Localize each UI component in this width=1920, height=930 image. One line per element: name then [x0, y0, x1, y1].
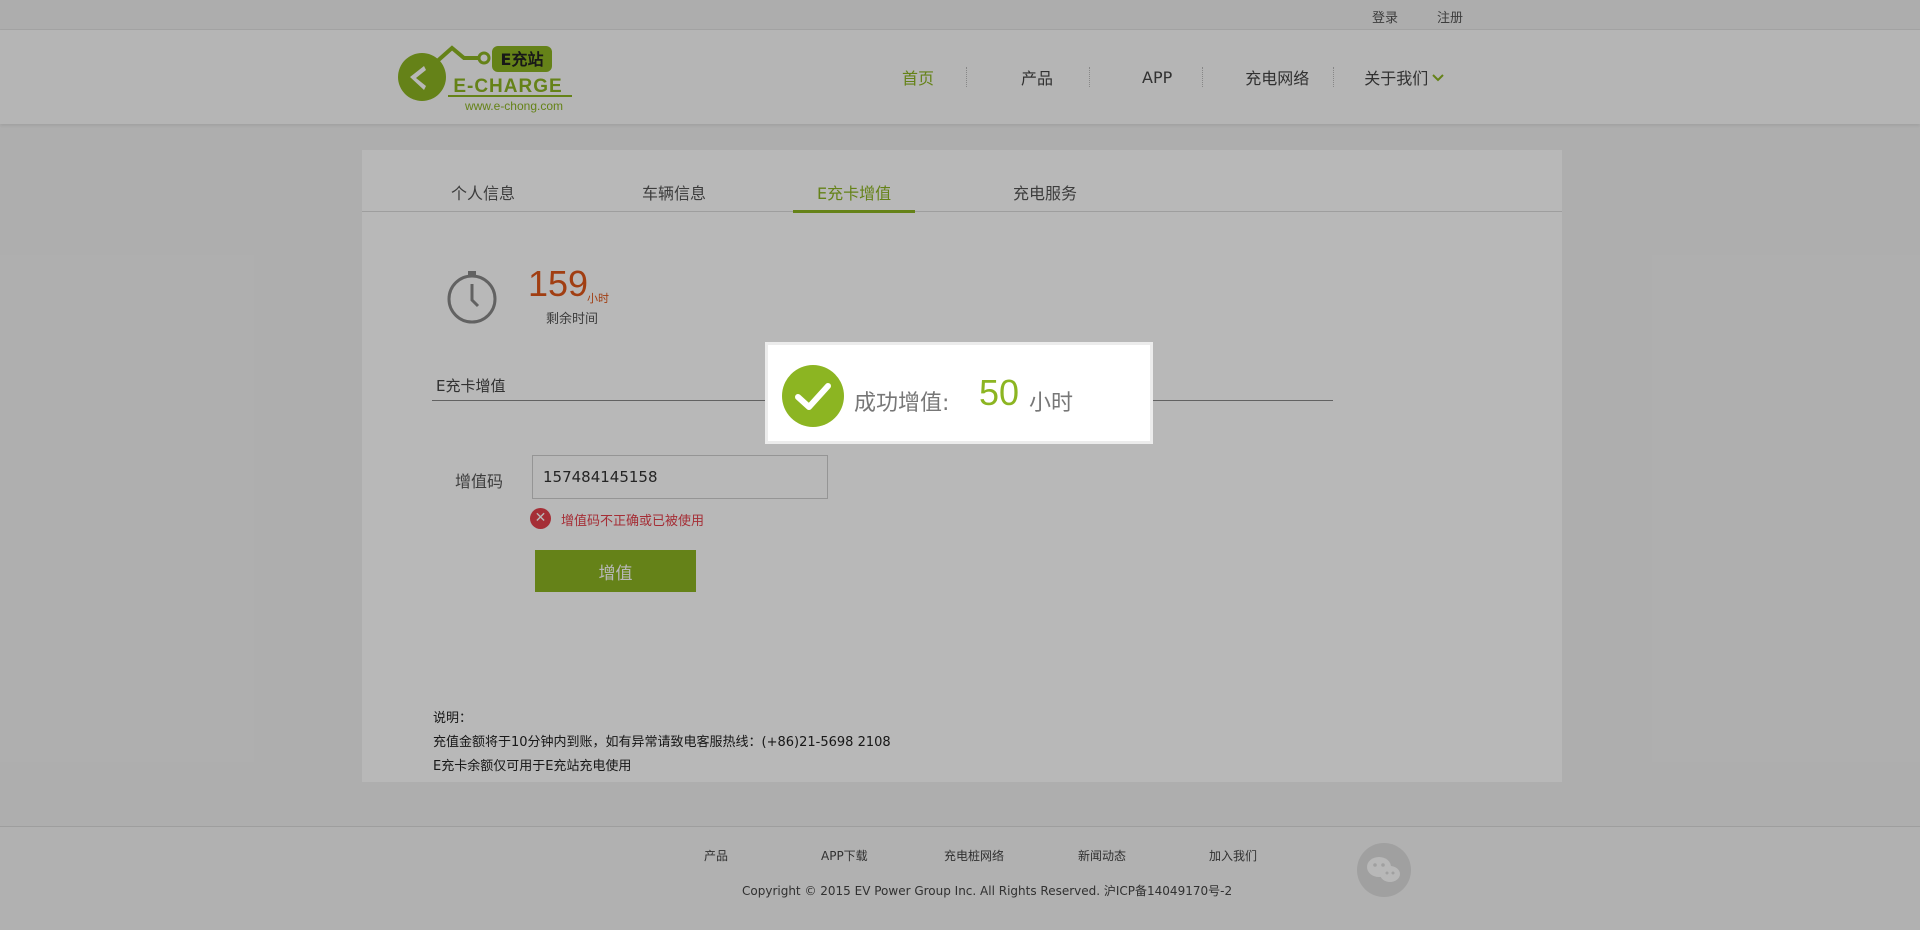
success-label: 成功增值: — [854, 391, 950, 416]
modal-overlay[interactable] — [0, 0, 1920, 930]
success-hours-value: 50 — [979, 372, 1020, 413]
check-circle-icon — [782, 365, 844, 427]
topup-success-dialog: 成功增值: 50 小时 — [765, 342, 1153, 444]
success-hours-unit: 小时 — [1029, 391, 1074, 416]
